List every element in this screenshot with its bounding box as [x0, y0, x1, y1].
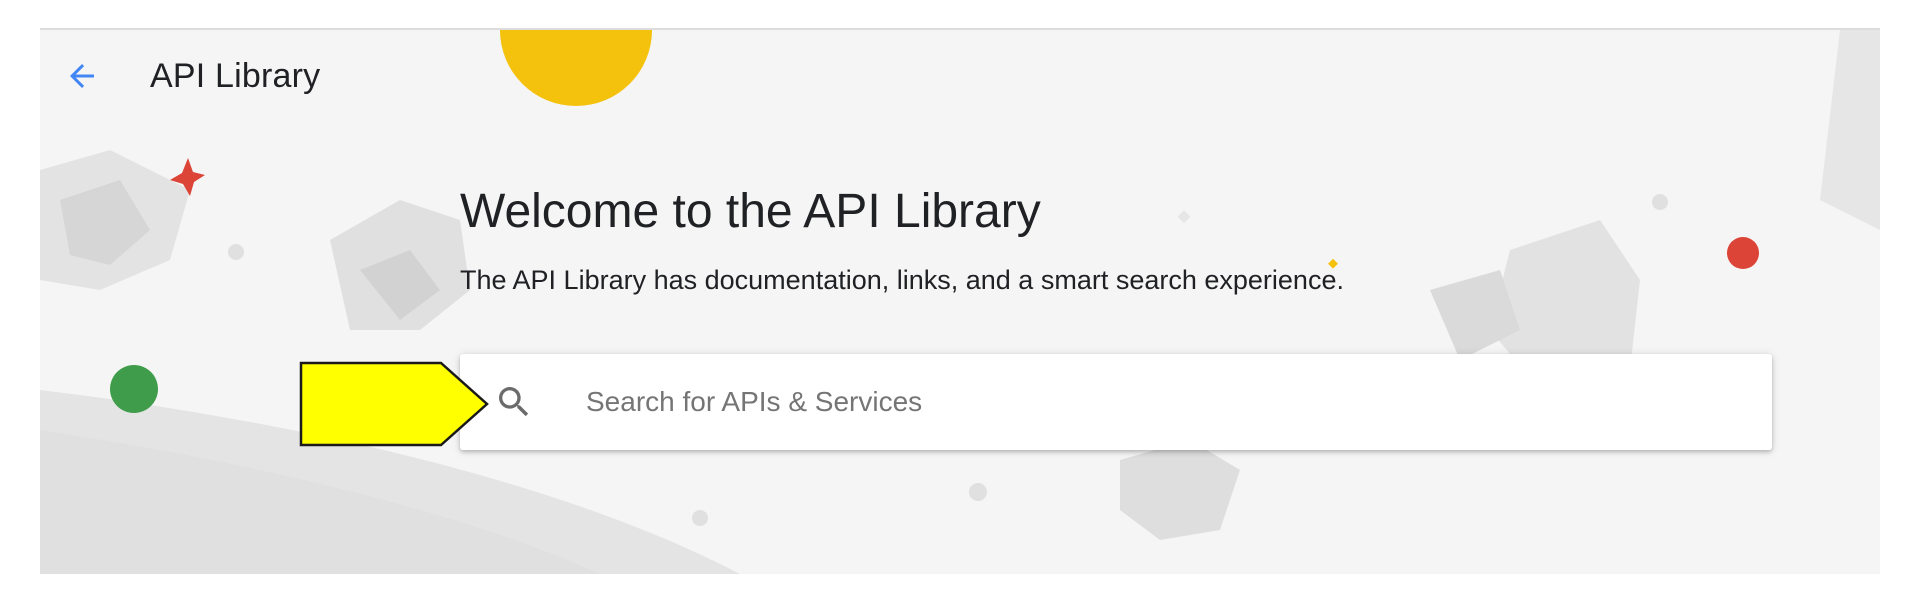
search-icon: [499, 387, 529, 417]
top-bar: API Library: [40, 30, 1880, 120]
welcome-heading: Welcome to the API Library: [460, 185, 1041, 238]
search-box[interactable]: [460, 354, 1772, 450]
page-title: API Library: [150, 57, 321, 95]
search-input[interactable]: [586, 354, 1736, 450]
callout-arrow-annotation: [299, 361, 489, 447]
back-button[interactable]: [60, 54, 104, 98]
arrow-back-icon: [70, 64, 94, 88]
api-library-page: API Library Welcome to the API Library T…: [40, 28, 1880, 574]
welcome-description: The API Library has documentation, links…: [460, 265, 1344, 295]
